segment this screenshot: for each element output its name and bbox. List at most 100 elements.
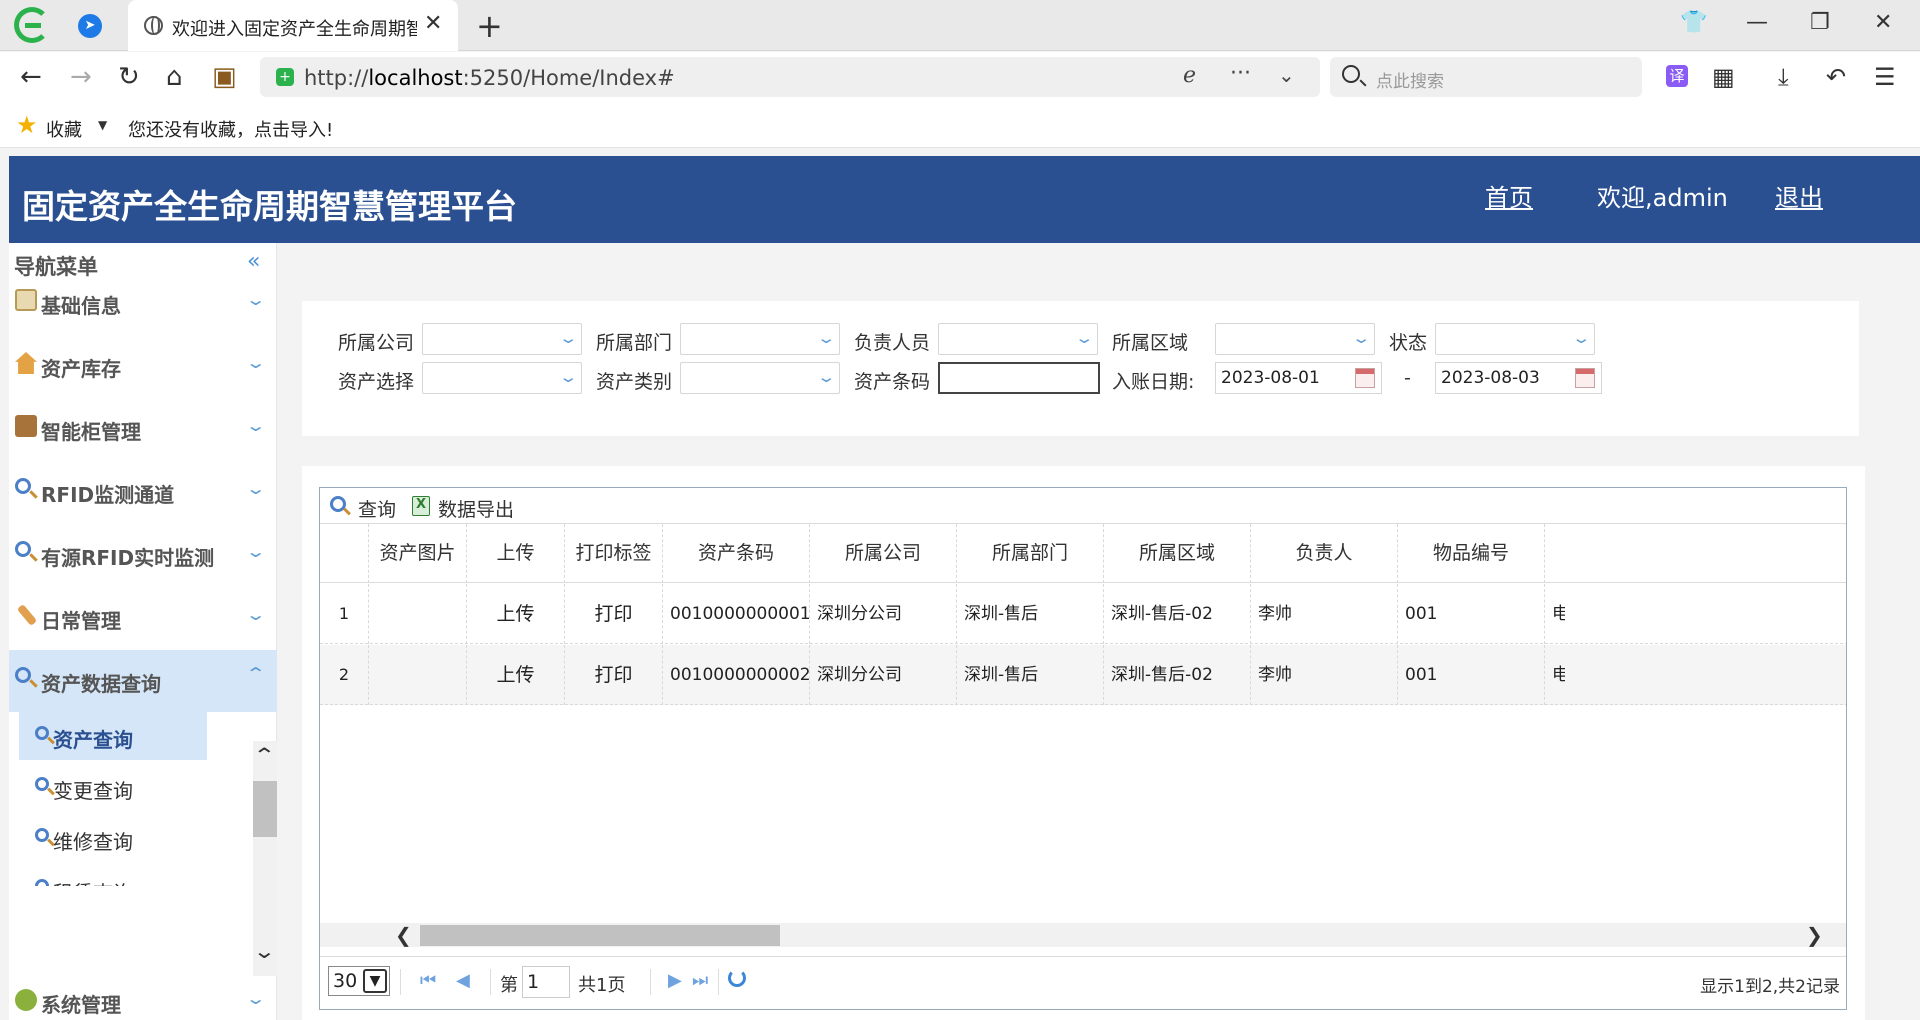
logout-link[interactable]: 退出 [1775,178,1823,213]
browser-logo-icon[interactable] [14,7,50,43]
column-header[interactable]: 资产条码 [663,524,810,583]
table-row[interactable]: 1 上传 打印 0010000000001 深圳分公司 深圳-售后 深圳-售后-… [320,584,1846,644]
overflow-cell: 电脑 [1545,645,1565,705]
column-header[interactable]: 打印标签 [565,524,663,583]
sidebar-item-rfid-channel[interactable]: RFID监测通道 ⌄ [9,461,277,523]
apps-grid-icon[interactable]: ▦ [1712,63,1735,91]
submenu-item-change-query[interactable]: 变更查询 [19,763,207,811]
submenu-scrollbar[interactable]: ⌃ ⌄ [253,741,277,976]
table-row[interactable]: 2 上传 打印 0010000000002 深圳分公司 深圳-售后 深圳-售后-… [320,645,1846,705]
sidebar-item-daily-management[interactable]: 日常管理 ⌄ [9,587,277,649]
collapse-sidebar-icon[interactable]: « [247,249,260,274]
column-header[interactable]: 所属部门 [957,524,1104,583]
scroll-up-icon[interactable]: ⌃ [253,743,276,767]
print-button[interactable]: 打印 [565,584,663,644]
scroll-right-icon[interactable]: ❯ [1806,923,1823,947]
submenu-item-repair-query[interactable]: 维修查询 [19,814,207,862]
scrollbar-thumb[interactable] [420,925,780,946]
sidebar-item-inventory[interactable]: 资产库存 ⌄ [9,335,277,397]
sidebar-item-smart-cabinet[interactable]: 智能柜管理 ⌄ [9,398,277,460]
new-tab-icon[interactable]: + [476,7,503,45]
menu-icon[interactable]: ☰ [1874,63,1896,91]
chevron-down-icon[interactable]: ⌄ [1278,63,1295,87]
download-icon[interactable]: ⤓ [1778,63,1789,91]
separator [400,969,401,995]
minimize-icon[interactable]: — [1746,10,1768,35]
chevron-down-icon: ⌄ [244,605,267,624]
app-header: 固定资产全生命周期智慧管理平台 首页 欢迎,admin 退出 [9,156,1920,243]
forward-icon[interactable]: → [70,62,92,92]
bookmarks-dropdown-icon[interactable]: ▼ [98,118,107,132]
page-number-input[interactable]: 1 [522,966,570,998]
note-icon [15,289,37,311]
bookmarks-button[interactable]: 收藏 [46,116,82,142]
scrollbar-thumb[interactable] [253,781,277,837]
reload-icon[interactable]: ↻ [118,62,140,92]
sidebar-item-system-management[interactable]: 系统管理 ⌄ [9,983,277,1020]
next-page-icon[interactable]: ▶ [668,970,682,991]
barcode-input[interactable] [938,362,1100,394]
category-select[interactable]: ⌄ [680,362,840,394]
status-select[interactable]: ⌄ [1435,323,1595,355]
print-button[interactable]: 打印 [565,645,663,705]
dept-select[interactable]: ⌄ [680,323,840,355]
url-field[interactable]: + http://localhost:5250/Home/Index# ℯ ··… [260,57,1320,97]
area-select[interactable]: ⌄ [1215,323,1375,355]
column-header[interactable]: 所属公司 [810,524,957,583]
home-link[interactable]: 首页 [1485,178,1533,213]
bookmarks-import-link[interactable]: 您还没有收藏，点击导入! [128,116,333,142]
ie-mode-icon[interactable]: ℯ [1183,63,1196,88]
gear-icon [15,989,37,1011]
send-icon[interactable]: ➤ [78,14,102,38]
browser-tab[interactable]: 欢迎进入固定资产全生命周期智慧管理平台 ✕ [128,0,458,51]
company-select[interactable]: ⌄ [422,323,582,355]
submenu-item-lease-query[interactable]: 租赁查询 [19,865,207,886]
column-header[interactable]: 所属区域 [1104,524,1251,583]
first-page-icon[interactable]: ⏮ [420,970,436,991]
search-icon [15,478,31,494]
chevron-down-icon: ⌄ [816,368,837,386]
chevron-down-icon: ⌄ [1351,329,1372,347]
more-icon[interactable]: ··· [1230,61,1251,86]
column-header[interactable]: 资产图片 [369,524,467,583]
undo-icon[interactable]: ↶ [1826,63,1846,91]
skin-icon[interactable]: 👕 [1680,10,1707,35]
page-prefix: 第 [500,975,518,996]
asset-select[interactable]: ⌄ [422,362,582,394]
asset-image-cell [369,645,467,705]
close-tab-icon[interactable]: ✕ [424,11,442,36]
export-button[interactable]: 数据导出 [412,495,522,521]
person-select[interactable]: ⌄ [938,323,1098,355]
sidebar-item-basic-info[interactable]: 基础信息 ⌄ [9,272,277,334]
column-header[interactable]: 上传 [467,524,565,583]
upload-button[interactable]: 上传 [467,584,565,644]
translate-icon[interactable]: 译 [1666,65,1688,87]
prev-page-icon[interactable]: ◀ [456,970,470,991]
star-icon[interactable]: ★ [16,111,38,139]
sidebar-item-active-rfid[interactable]: 有源RFID实时监测 ⌄ [9,524,277,586]
scroll-down-icon[interactable]: ⌄ [253,939,276,963]
date-to-input[interactable]: 2023-08-03 [1435,362,1602,394]
browser-search-input[interactable]: 点此搜索 [1330,57,1642,97]
horizontal-scrollbar[interactable]: ❮ ❯ [320,923,1846,947]
search-icon [35,828,49,842]
last-page-icon[interactable]: ⏭ [692,970,708,991]
page-size-select[interactable]: 30 ▼ [328,966,390,996]
category-label: 资产类别 [596,371,673,393]
calendar-icon[interactable] [1355,368,1375,388]
briefcase-icon[interactable]: ▣ [212,62,237,92]
submenu-item-asset-query[interactable]: 资产查询 [19,712,207,760]
home-icon[interactable]: ⌂ [166,62,183,92]
close-window-icon[interactable]: ✕ [1874,10,1892,35]
column-header[interactable]: 负责人 [1251,524,1398,583]
back-icon[interactable]: ← [20,62,42,92]
query-button[interactable]: 查询 [330,495,400,521]
scroll-left-icon[interactable]: ❮ [395,923,412,947]
area-cell: 深圳-售后-02 [1104,645,1251,705]
restore-icon[interactable]: ❐ [1810,10,1830,35]
date-from-input[interactable]: 2023-08-01 [1215,362,1382,394]
calendar-icon[interactable] [1575,368,1595,388]
upload-button[interactable]: 上传 [467,645,565,705]
refresh-icon[interactable] [728,969,746,987]
column-header[interactable]: 物品编号 [1398,524,1545,583]
